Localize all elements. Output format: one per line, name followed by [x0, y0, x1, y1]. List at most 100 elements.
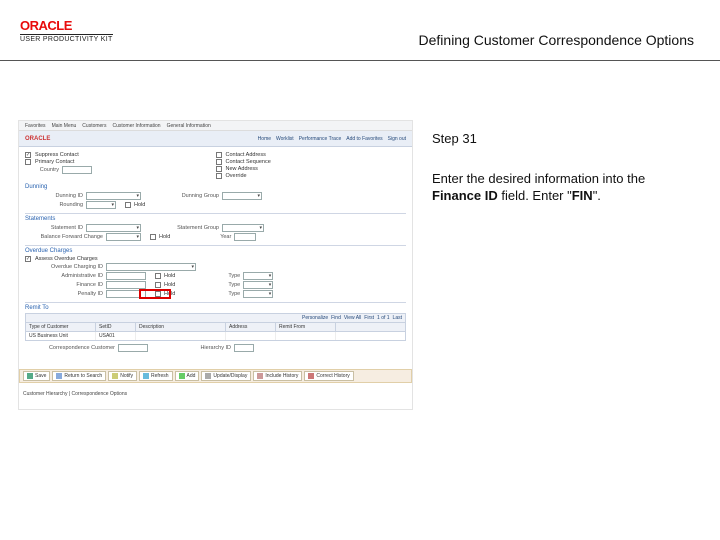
- rounding-label: Rounding: [25, 202, 83, 208]
- grid-ctl[interactable]: Last: [393, 315, 402, 321]
- grid-ctl[interactable]: View All: [344, 315, 361, 321]
- button-bar: Save Return to Search Notify Refresh Add…: [19, 369, 412, 383]
- nav-link[interactable]: Worklist: [276, 136, 294, 142]
- finance-id-input[interactable]: [106, 281, 146, 289]
- checkbox[interactable]: [216, 159, 222, 165]
- year-label: Year: [203, 234, 231, 240]
- finance-id-highlight: [139, 289, 171, 299]
- crumb-item[interactable]: Main Menu: [52, 123, 77, 129]
- bc-label: Balance Forward Change: [25, 234, 103, 240]
- country-input[interactable]: [62, 166, 92, 174]
- nav-link[interactable]: Add to Favorites: [346, 136, 382, 142]
- hold-label: Hold: [159, 234, 170, 240]
- dunning-id-select[interactable]: [86, 192, 141, 200]
- section-remit: Remit To: [25, 302, 406, 311]
- upk-label: USER PRODUCTIVITY KIT: [20, 34, 113, 43]
- checkbox[interactable]: [25, 256, 31, 262]
- type-label: Type: [228, 282, 240, 288]
- country-label: Country: [25, 167, 59, 173]
- page-title: Defining Customer Correspondence Options: [419, 32, 694, 48]
- return-button[interactable]: Return to Search: [52, 371, 106, 381]
- history-icon: [257, 373, 263, 379]
- cell: [136, 332, 226, 340]
- notify-icon: [112, 373, 118, 379]
- btn-label: Add: [187, 373, 196, 379]
- col-header: Description: [136, 323, 226, 331]
- update-button[interactable]: Update/Display: [201, 371, 251, 381]
- correct-history-button[interactable]: Correct History: [304, 371, 353, 381]
- save-icon: [27, 373, 33, 379]
- cb-label: Suppress Contact: [35, 152, 79, 158]
- refresh-button[interactable]: Refresh: [139, 371, 173, 381]
- instr-field-name: Finance ID: [432, 188, 498, 203]
- add-button[interactable]: Add: [175, 371, 200, 381]
- year-input[interactable]: [234, 233, 256, 241]
- app-breadcrumb-bar: Favorites Main Menu Customers Customer I…: [19, 121, 412, 131]
- add-icon: [179, 373, 185, 379]
- app-brand: ORACLE: [25, 136, 50, 142]
- crumb-item[interactable]: General Information: [167, 123, 211, 129]
- hier-input[interactable]: [234, 344, 254, 352]
- instr-value: FIN: [572, 188, 593, 203]
- admin-input[interactable]: [106, 272, 146, 280]
- grid-ctl[interactable]: Find: [331, 315, 341, 321]
- type-select[interactable]: [243, 281, 273, 289]
- hold-label: Hold: [134, 202, 145, 208]
- dunning-group-select[interactable]: [222, 192, 262, 200]
- checkbox[interactable]: [125, 202, 131, 208]
- dunning-group-label: Dunning Group: [164, 193, 219, 199]
- checkbox[interactable]: [216, 173, 222, 179]
- include-history-button[interactable]: Include History: [253, 371, 302, 381]
- crumb-item[interactable]: Favorites: [25, 123, 46, 129]
- cell: [226, 332, 276, 340]
- refresh-icon: [143, 373, 149, 379]
- grid-ctl[interactable]: First: [364, 315, 374, 321]
- bc-select[interactable]: [106, 233, 141, 241]
- cell: US Business Unit: [26, 332, 96, 340]
- instr-part1: Enter the desired information into the: [432, 171, 645, 186]
- checkbox[interactable]: [216, 166, 222, 172]
- hold-label: Hold: [164, 273, 175, 279]
- checkbox[interactable]: [25, 159, 31, 165]
- checkbox[interactable]: [25, 152, 31, 158]
- col-header: Address: [226, 323, 276, 331]
- nav-link[interactable]: Home: [258, 136, 271, 142]
- col-header: SetID: [96, 323, 136, 331]
- checkbox[interactable]: [216, 152, 222, 158]
- section-statements: Statements: [25, 213, 406, 222]
- instruction-text: Enter the desired information into the F…: [432, 170, 684, 205]
- notify-button[interactable]: Notify: [108, 371, 137, 381]
- grid-ctl[interactable]: Personalize: [302, 315, 328, 321]
- crumb-item[interactable]: Customers: [82, 123, 106, 129]
- btn-label: Notify: [120, 373, 133, 379]
- checkbox[interactable]: [150, 234, 156, 240]
- cb-label: Primary Contact: [35, 159, 74, 165]
- cell: USA01: [96, 332, 136, 340]
- hold-label: Hold: [164, 282, 175, 288]
- instr-part3: ".: [593, 188, 601, 203]
- footer-crumb: Customer Hierarchy | Correspondence Opti…: [23, 391, 127, 397]
- btn-label: Correct History: [316, 373, 349, 379]
- instruction-panel: Step 31 Enter the desired information in…: [432, 130, 684, 205]
- save-button[interactable]: Save: [23, 371, 50, 381]
- section-dunning: Dunning: [25, 184, 406, 190]
- corr-input[interactable]: [118, 344, 148, 352]
- stmt-group-select[interactable]: [222, 224, 264, 232]
- app-screenshot: Favorites Main Menu Customers Customer I…: [18, 120, 413, 410]
- checkbox[interactable]: [155, 273, 161, 279]
- btn-label: Update/Display: [213, 373, 247, 379]
- checkbox[interactable]: [155, 282, 161, 288]
- ocid-label: Overdue Charging ID: [25, 264, 103, 270]
- admin-label: Administrative ID: [25, 273, 103, 279]
- type-label: Type: [228, 273, 240, 279]
- correct-icon: [308, 373, 314, 379]
- nav-link[interactable]: Performance Trace: [299, 136, 342, 142]
- crumb-item[interactable]: Customer Information: [112, 123, 160, 129]
- rounding-select[interactable]: [86, 201, 116, 209]
- type-select[interactable]: [243, 290, 273, 298]
- type-select[interactable]: [243, 272, 273, 280]
- ocid-select[interactable]: [106, 263, 196, 271]
- nav-link[interactable]: Sign out: [388, 136, 406, 142]
- stmt-id-select[interactable]: [86, 224, 141, 232]
- dunning-id-label: Dunning ID: [25, 193, 83, 199]
